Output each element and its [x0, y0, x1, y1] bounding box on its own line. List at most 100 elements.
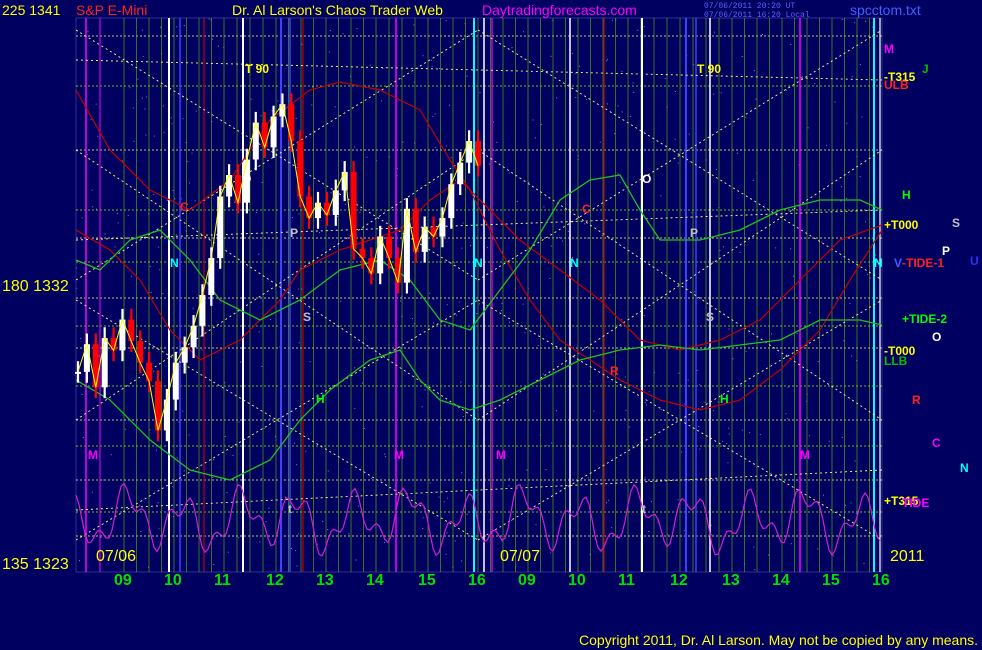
background-speckle [585, 99, 587, 101]
background-speckle [608, 499, 610, 501]
hour-label: 16 [468, 572, 486, 589]
background-speckle [127, 215, 129, 216]
background-speckle [422, 528, 424, 529]
background-speckle [621, 319, 623, 321]
background-speckle [186, 161, 188, 163]
background-speckle [762, 34, 763, 35]
background-speckle [745, 350, 747, 352]
background-speckle [366, 156, 368, 158]
background-speckle [727, 462, 729, 464]
background-speckle [696, 369, 698, 371]
background-speckle [623, 418, 625, 420]
background-speckle [356, 28, 358, 30]
cycle-label: t [642, 502, 646, 516]
background-speckle [371, 477, 373, 479]
background-speckle [166, 199, 168, 201]
background-speckle [348, 533, 350, 535]
background-speckle [396, 168, 398, 170]
background-speckle [438, 496, 440, 498]
background-speckle [172, 486, 174, 488]
background-speckle [298, 288, 300, 290]
background-speckle [269, 418, 271, 420]
background-speckle [91, 189, 93, 191]
price-bar-body [235, 175, 241, 203]
background-speckle [728, 433, 730, 435]
background-speckle [213, 459, 215, 460]
background-speckle [625, 409, 627, 411]
background-speckle [250, 98, 252, 100]
background-speckle [779, 474, 781, 476]
background-speckle [691, 212, 693, 214]
price-bar-body [163, 399, 170, 431]
background-speckle [550, 55, 552, 57]
background-speckle [494, 150, 496, 152]
background-speckle [683, 530, 685, 532]
background [0, 0, 982, 650]
background-speckle [157, 502, 159, 504]
background-speckle [153, 194, 155, 196]
background-speckle [170, 117, 172, 119]
background-speckle [501, 310, 502, 312]
hour-label: 15 [822, 572, 840, 589]
background-speckle [298, 533, 300, 535]
cycle-label: S [706, 310, 715, 324]
background-speckle [390, 35, 392, 37]
background-speckle [139, 504, 141, 506]
background-speckle [523, 31, 524, 33]
background-speckle [152, 344, 154, 346]
background-speckle [714, 31, 715, 33]
background-speckle [80, 337, 82, 339]
price-bar-body [146, 362, 153, 382]
background-speckle [501, 302, 503, 304]
header-timestamp-ut: 07/06/2011 20:20 UT [704, 2, 796, 11]
background-speckle [834, 101, 836, 103]
background-speckle [158, 528, 160, 530]
background-speckle [270, 319, 271, 321]
cycle-label: N [874, 256, 883, 270]
background-speckle [875, 81, 876, 83]
background-speckle [268, 507, 270, 509]
cycle-label: T 90 [697, 62, 722, 76]
background-speckle [865, 20, 867, 22]
background-speckle [612, 19, 614, 21]
background-speckle [174, 198, 176, 200]
background-speckle [549, 277, 551, 279]
header-title: Dr. Al Larson's Chaos Trader Web [232, 2, 443, 18]
background-speckle [694, 291, 696, 293]
date-label-day2: 07/07 [500, 548, 541, 565]
background-speckle [160, 26, 162, 28]
background-speckle [645, 404, 647, 406]
background-speckle [301, 43, 303, 45]
background-speckle [435, 146, 437, 148]
cycle-label: N [474, 256, 483, 270]
background-speckle [790, 44, 792, 46]
background-speckle [311, 104, 313, 106]
background-speckle [787, 417, 789, 419]
background-speckle [291, 547, 292, 549]
background-speckle [786, 89, 787, 91]
background-speckle [621, 70, 623, 72]
background-speckle [754, 569, 756, 571]
background-speckle [140, 531, 142, 533]
background-speckle [271, 110, 273, 112]
cycle-label: N [170, 256, 179, 270]
background-speckle [817, 548, 819, 550]
background-speckle [97, 135, 99, 137]
background-speckle [687, 379, 689, 381]
background-speckle [559, 237, 560, 239]
cycle-label: t [288, 502, 292, 516]
price-bar-body [199, 295, 206, 326]
cycle-label: P [290, 226, 299, 240]
background-speckle [385, 456, 387, 458]
side-label: U [970, 254, 979, 268]
background-speckle [213, 564, 215, 565]
hour-label: 12 [266, 572, 284, 589]
background-speckle [129, 87, 131, 89]
background-speckle [466, 513, 468, 515]
background-speckle [674, 91, 676, 92]
background-speckle [296, 565, 298, 567]
header-site[interactable]: Daytradingforecasts.com [482, 2, 637, 18]
background-speckle [412, 318, 413, 320]
background-speckle [238, 421, 240, 423]
background-speckle [446, 304, 448, 306]
